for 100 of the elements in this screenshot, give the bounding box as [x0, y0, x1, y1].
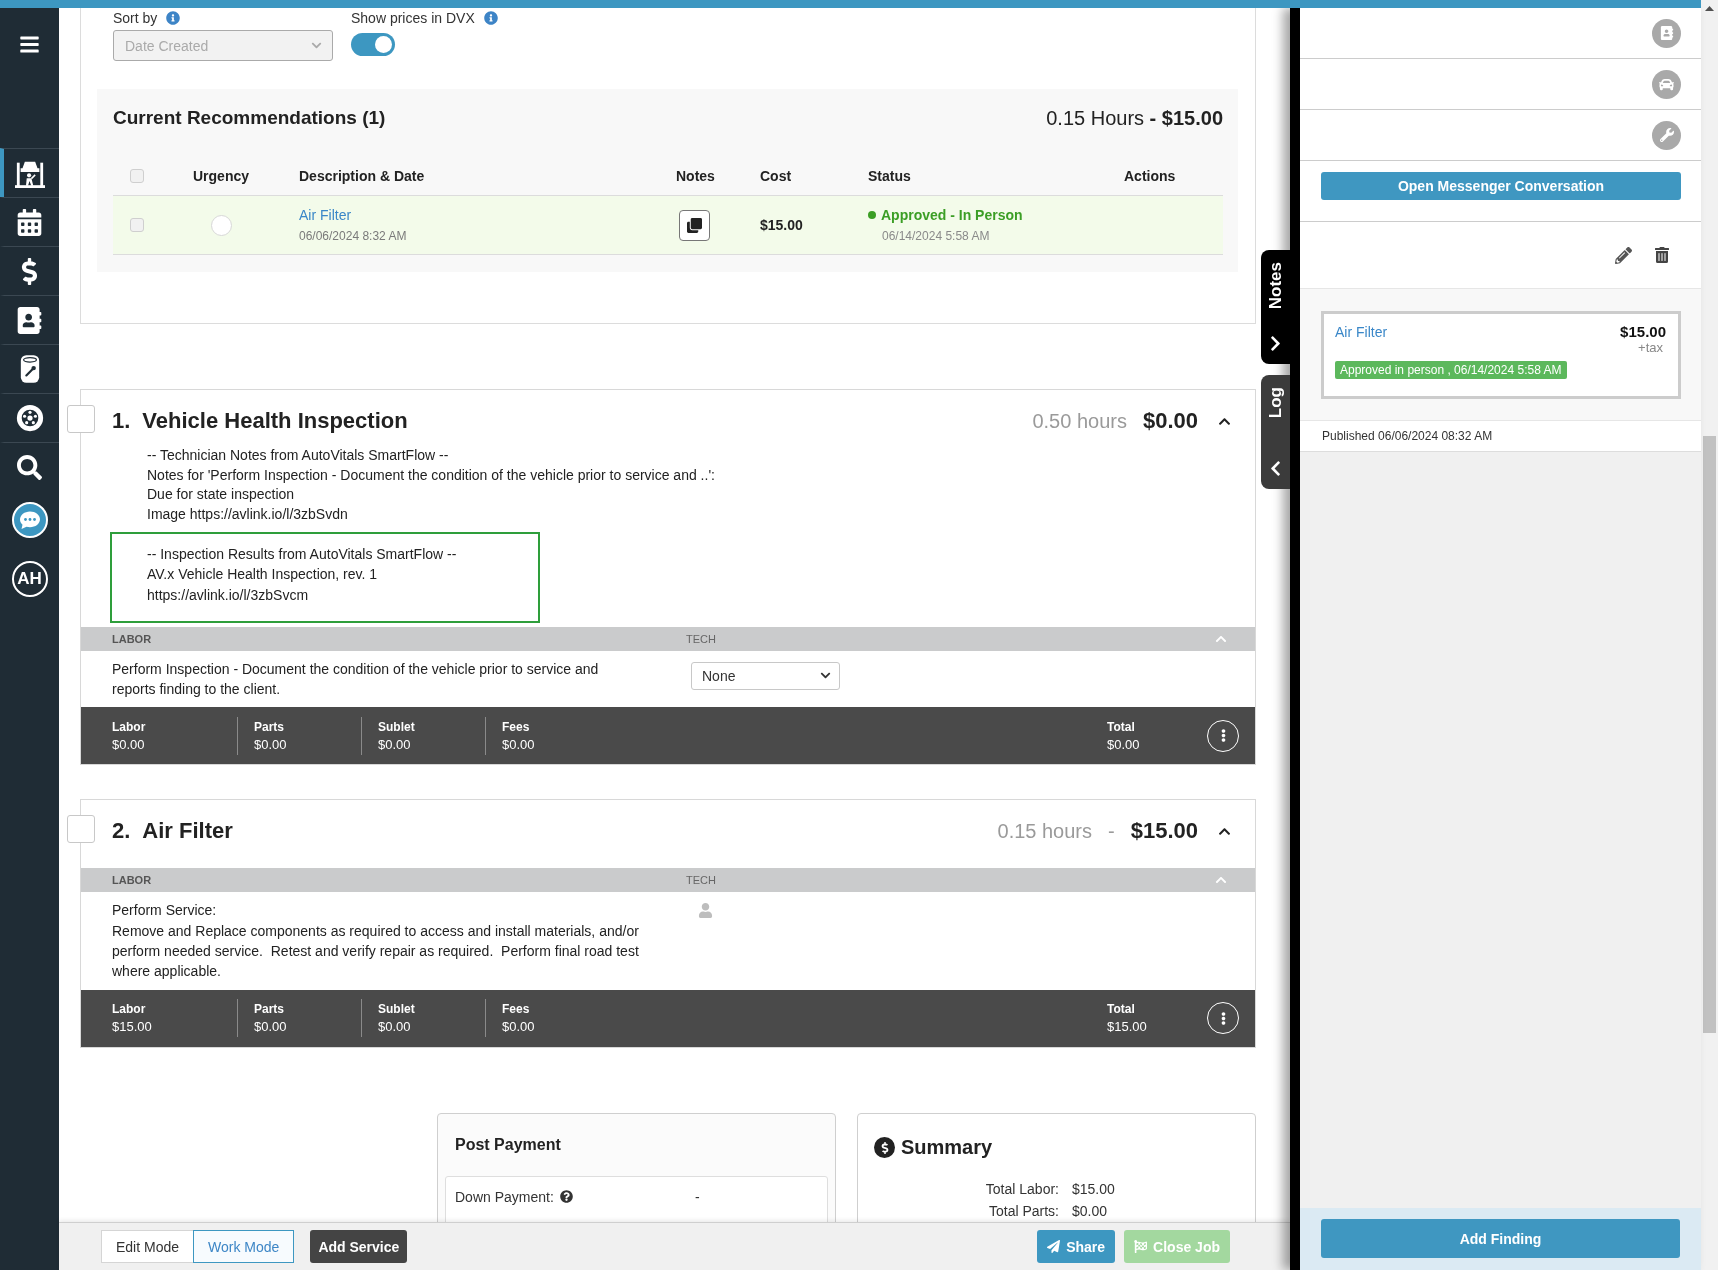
info-icon [483, 11, 498, 25]
total-label: Total [1107, 1001, 1136, 1019]
paper-plane-icon [1047, 1240, 1061, 1253]
finding-price: $15.00 [1620, 323, 1666, 340]
filter-label: Sort by [113, 10, 158, 26]
person-icon [698, 903, 713, 919]
total-value: $0.00 [112, 735, 146, 754]
summary-value: $0.00 [1072, 1201, 1109, 1221]
status-text: Approved - In Person [881, 207, 1023, 223]
column-header: Cost [760, 168, 792, 184]
tech-heading: TECH [686, 632, 716, 645]
menu-icon[interactable] [19, 34, 40, 55]
total-value: $0.00 [378, 735, 412, 754]
service-hours: 0.15 hours [997, 819, 1093, 843]
total-value: $0.00 [378, 1018, 412, 1037]
chat-icon [11, 501, 48, 538]
service-number: 2. [112, 818, 131, 845]
column-header: Urgency [193, 168, 250, 184]
side-tab[interactable]: Notes [1261, 250, 1290, 364]
total-label: Parts [254, 718, 286, 736]
total-value: $15.00 [1107, 1018, 1148, 1037]
nav-item[interactable] [0, 148, 59, 197]
checkbox[interactable] [130, 218, 144, 232]
total-label: Labor [112, 1001, 147, 1019]
tax-note: +tax [1638, 340, 1663, 355]
total-value: $15.00 [112, 1018, 153, 1037]
column-header: Actions [1124, 168, 1176, 184]
total-value: $0.00 [254, 1018, 288, 1037]
total-label: Fees [502, 718, 531, 736]
checkbox[interactable] [67, 815, 95, 844]
checkbox[interactable] [67, 405, 95, 433]
total-label: Fees [502, 1001, 531, 1019]
filter-label: Show prices in DVX [351, 10, 475, 26]
summary-value: $15.00 [1072, 1179, 1115, 1199]
approval-badge: Approved in person , 06/14/2024 5:58 AM [1335, 361, 1567, 379]
service-hours: 0.50 hours [1032, 409, 1127, 433]
tech-select[interactable]: None [691, 661, 840, 690]
notes-button[interactable] [679, 209, 710, 241]
recommendations-title: Current Recommendations (1) [113, 107, 386, 129]
service-title: Vehicle Health Inspection [142, 408, 408, 434]
side-tab[interactable]: Log [1261, 375, 1290, 489]
labor-description: Perform Service: Remove and Replace components as required to access and install materials, and/or perform needed service. Retest and verify repair as required. Perform final road test where applicable. [112, 901, 640, 982]
total-label: Total [1107, 718, 1136, 736]
chevron-down-icon [311, 40, 322, 51]
add-finding-button[interactable]: Add Finding [1321, 1219, 1680, 1258]
labor-description: Perform Inspection - Document the condition of the vehicle prior to service and reports finding to the client. [112, 659, 600, 700]
column-header: Notes [676, 168, 715, 184]
search-icon [17, 454, 42, 480]
user-avatar[interactable]: AH [11, 561, 48, 597]
summary-label: Total Parts: [987, 1201, 1059, 1221]
checkbox[interactable] [130, 169, 144, 183]
total-label: Parts [254, 1001, 286, 1019]
toggle-switch[interactable] [351, 33, 395, 56]
total-value: $0.00 [502, 735, 536, 754]
service-price: $15.00 [1130, 818, 1198, 845]
scroll-up-arrow-icon[interactable] [1705, 6, 1714, 11]
service-price: $0.00 [1142, 408, 1198, 434]
total-value: $0.00 [254, 735, 288, 754]
dollar-icon [874, 1137, 895, 1159]
description-link[interactable]: Air Filter [299, 207, 407, 223]
down-payment-value: - [695, 1188, 700, 1205]
total-value: $0.00 [1107, 735, 1141, 754]
tech-heading: TECH [686, 874, 716, 887]
total-label: Sublet [378, 718, 416, 736]
recommendations-total: 0.15 Hours - $15.00 [1046, 106, 1223, 130]
messenger-button[interactable]: Open Messenger Conversation [1321, 172, 1681, 200]
wheel-icon [15, 404, 44, 432]
flag-icon [1134, 1240, 1148, 1253]
separator-text: - [1108, 819, 1115, 843]
total-label: Sublet [378, 1001, 416, 1019]
info-icon [166, 11, 181, 25]
clone-icon [687, 217, 702, 233]
help-icon [559, 1190, 573, 1204]
add-service-button[interactable]: Add Service [310, 1230, 408, 1263]
field-label: Down Payment: [455, 1188, 554, 1205]
scrollbar-thumb[interactable] [1703, 436, 1716, 1033]
oil-filter-icon [18, 354, 41, 384]
column-header: Status [868, 168, 911, 184]
mode-button[interactable]: Work Mode [193, 1230, 295, 1263]
service-number: 1. [112, 408, 131, 434]
trash-icon[interactable] [1654, 247, 1670, 263]
column-header: Description & Date [299, 168, 425, 184]
status-date: 06/14/2024 5:58 AM [881, 229, 991, 243]
inspection-results: -- Inspection Results from AutoVitals SmartFlow -- AV.x Vehicle Health Inspection, rev. 1 https://avlink.io/l/3zbSvcm [147, 544, 458, 605]
created-date: 06/06/2024 8:32 AM [299, 229, 407, 243]
mode-button[interactable]: Edit Mode [101, 1230, 195, 1263]
pencil-icon[interactable] [1615, 246, 1632, 264]
labor-heading: LABOR [112, 874, 153, 887]
finding-title: Air Filter [1335, 324, 1388, 340]
calendar-icon [16, 208, 43, 236]
technician-notes: -- Technician Notes from AutoVitals SmartFlow -- Notes for 'Perform Inspection - Document the condition of the vehicle prior to service and ..': Due for state inspection Image https://avlink.io/l/3zbSvdn [146, 446, 716, 525]
card-title: Summary [901, 1136, 993, 1160]
share-button[interactable]: Share [1037, 1230, 1116, 1263]
cost-text: $15.00 [760, 217, 803, 233]
published-date: Published 06/06/2024 08:32 AM [1322, 429, 1493, 443]
total-value: $0.00 [502, 1018, 536, 1037]
service-title: Air Filter [142, 818, 233, 845]
address-book-icon [16, 306, 43, 334]
labor-heading: LABOR [112, 632, 153, 645]
card-title: Post Payment [454, 1134, 562, 1155]
